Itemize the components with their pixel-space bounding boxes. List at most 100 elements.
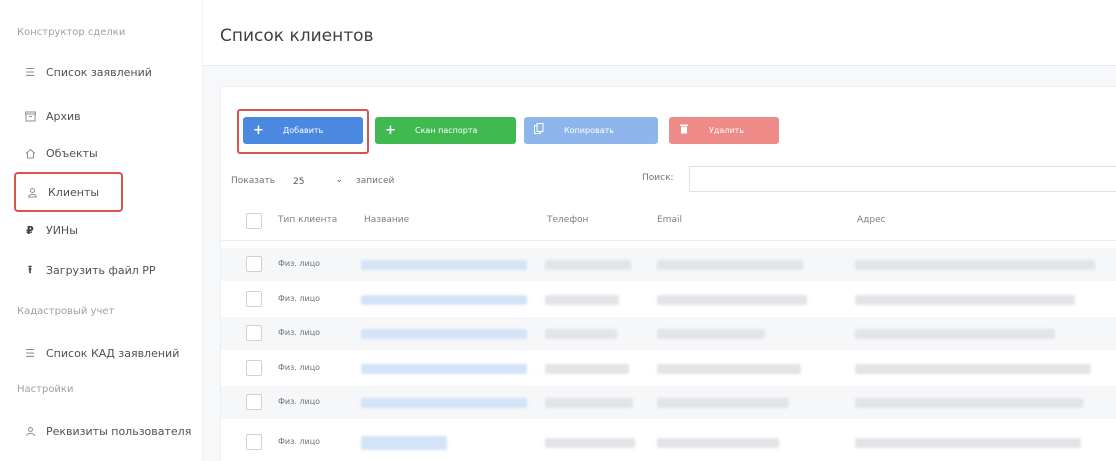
- row-checkbox[interactable]: [246, 394, 262, 410]
- client-type-cell: Физ. лицо: [278, 294, 321, 303]
- page-length-select[interactable]: 25 ⌄: [287, 173, 347, 191]
- sidebar-item-upload-rr[interactable]: ⭱ Загрузить файл РР: [20, 256, 156, 284]
- redacted-phone: [545, 260, 631, 270]
- sidebar-item-uins[interactable]: ₽ УИНы: [20, 216, 78, 244]
- plus-icon: +: [253, 123, 264, 138]
- sidebar-item-label: Реквизиты пользователя: [46, 424, 192, 438]
- show-label: Показать: [231, 176, 276, 186]
- upload-icon: ⭱: [28, 262, 32, 276]
- client-type-cell: Физ. лицо: [278, 437, 321, 446]
- table-row[interactable]: Физ. лицо: [221, 352, 1116, 385]
- redacted-name: [361, 260, 527, 270]
- redacted-email: [657, 295, 807, 305]
- sidebar-item-label: УИНы: [46, 223, 78, 237]
- records-label: записей: [356, 176, 395, 186]
- redacted-phone: [545, 295, 619, 305]
- add-button[interactable]: + Добавить: [243, 117, 363, 144]
- redacted-email: [657, 364, 801, 374]
- scan-button-label: Скан паспорта: [415, 126, 478, 135]
- archive-icon: [20, 111, 40, 122]
- sidebar-item-applications[interactable]: ☰ Список заявлений: [20, 58, 152, 86]
- main-area: Список клиентов + Добавить + Скан паспор…: [203, 0, 1116, 461]
- row-checkbox[interactable]: [246, 434, 262, 450]
- list-icon: ☰: [25, 346, 35, 360]
- redacted-phone: [545, 398, 633, 408]
- client-type-cell: Физ. лицо: [278, 363, 321, 372]
- copy-button-label: Копировать: [564, 126, 614, 135]
- user-icon: [20, 426, 40, 437]
- column-header-address[interactable]: Адрес: [857, 215, 886, 225]
- client-type-cell: Физ. лицо: [278, 259, 321, 268]
- copy-icon: [534, 123, 544, 138]
- search-input[interactable]: [689, 166, 1116, 192]
- redacted-name: [361, 364, 527, 374]
- redacted-address: [855, 295, 1075, 305]
- chevron-down-icon: ⌄: [335, 175, 343, 185]
- redacted-phone: [545, 364, 629, 374]
- column-header-phone[interactable]: Телефон: [547, 215, 588, 225]
- redacted-email: [657, 438, 779, 448]
- row-checkbox[interactable]: [246, 291, 262, 307]
- redacted-phone: [545, 438, 635, 448]
- redacted-name: [361, 295, 527, 305]
- list-icon: ☰: [25, 65, 35, 79]
- redacted-name: [361, 398, 527, 408]
- sidebar-item-user-details[interactable]: Реквизиты пользователя: [20, 417, 191, 445]
- redacted-address: [855, 364, 1091, 374]
- ruble-icon: ₽: [26, 223, 34, 237]
- home-icon: [20, 148, 40, 159]
- table-row[interactable]: Физ. лицо: [221, 426, 1116, 459]
- trash-icon: [679, 123, 689, 138]
- sidebar-section-settings: Настройки: [17, 384, 74, 395]
- delete-button[interactable]: Удалить: [669, 117, 779, 144]
- redacted-address: [855, 329, 1055, 339]
- sidebar-item-label: Загрузить файл РР: [46, 263, 156, 277]
- sidebar-section-deal-builder: Конструктор сделки: [17, 27, 126, 38]
- client-type-cell: Физ. лицо: [278, 397, 321, 406]
- client-type-cell: Физ. лицо: [278, 328, 321, 337]
- page-length-value: 25: [293, 177, 305, 187]
- column-header-name[interactable]: Название: [364, 215, 409, 225]
- search-label: Поиск:: [642, 173, 674, 183]
- copy-button[interactable]: Копировать: [524, 117, 658, 144]
- table-row[interactable]: Физ. лицо: [221, 317, 1116, 350]
- sidebar-item-clients[interactable]: Клиенты: [14, 172, 123, 212]
- scan-passport-button[interactable]: + Скан паспорта: [375, 117, 516, 144]
- table-header: Тип клиента Название Телефон Email Адрес: [221, 201, 1116, 241]
- page-title: Список клиентов: [220, 26, 374, 46]
- sidebar-item-label: Архив: [46, 109, 81, 123]
- clients-icon: [22, 187, 42, 198]
- row-checkbox[interactable]: [246, 256, 262, 272]
- add-button-label: Добавить: [283, 126, 324, 135]
- table-row[interactable]: Физ. лицо: [221, 283, 1116, 316]
- sidebar-item-cad-applications[interactable]: ☰ Список КАД заявлений: [20, 339, 179, 367]
- redacted-address: [855, 260, 1095, 270]
- table-row[interactable]: Физ. лицо: [221, 248, 1116, 281]
- sidebar-item-label: Клиенты: [48, 185, 100, 199]
- table-row[interactable]: Физ. лицо: [221, 386, 1116, 419]
- sidebar-item-label: Список заявлений: [46, 65, 152, 79]
- redacted-address: [855, 438, 1081, 448]
- row-checkbox[interactable]: [246, 325, 262, 341]
- sidebar-item-archive[interactable]: Архив: [20, 102, 81, 130]
- redacted-email: [657, 329, 765, 339]
- sidebar-item-label: Объекты: [46, 146, 98, 160]
- sidebar: Конструктор сделки ☰ Список заявлений Ар…: [0, 0, 203, 461]
- select-all-checkbox[interactable]: [246, 213, 262, 229]
- redacted-email: [657, 398, 789, 408]
- redacted-address: [855, 398, 1083, 408]
- redacted-name: [361, 329, 527, 339]
- plus-icon: +: [385, 123, 396, 138]
- sidebar-item-label: Список КАД заявлений: [46, 346, 180, 360]
- row-checkbox[interactable]: [246, 360, 262, 376]
- redacted-email: [657, 260, 803, 270]
- column-header-client-type[interactable]: Тип клиента: [278, 215, 337, 225]
- redacted-name: [361, 436, 447, 450]
- delete-button-label: Удалить: [709, 126, 744, 135]
- clients-card: + Добавить + Скан паспорта Копировать Уд…: [220, 86, 1116, 461]
- sidebar-item-objects[interactable]: Объекты: [20, 139, 98, 167]
- page-header: Список клиентов: [203, 0, 1116, 66]
- sidebar-section-cadastral: Кадастровый учет: [17, 306, 115, 317]
- column-header-email[interactable]: Email: [657, 215, 682, 225]
- redacted-phone: [545, 329, 617, 339]
